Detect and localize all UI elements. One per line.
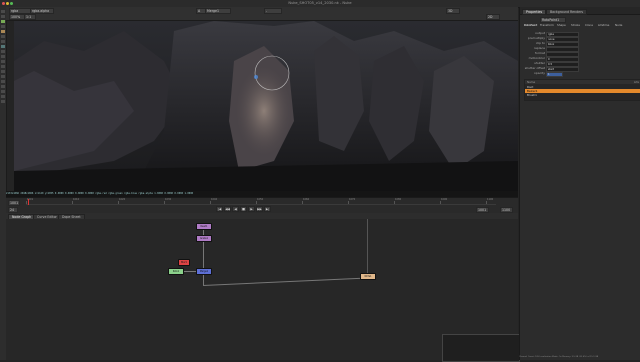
metadata-tool-icon[interactable]: [1, 65, 5, 68]
ruler-tick: [26, 201, 27, 204]
read-tool-icon[interactable]: [1, 10, 5, 13]
node-merge1[interactable]: Merge1: [196, 268, 212, 275]
layer-list: Name Life Root Bezier1 Brush1: [524, 79, 640, 101]
ruler-label: 1020: [119, 198, 126, 201]
draw-tool-icon[interactable]: [1, 15, 5, 18]
ruler-tick: [118, 201, 119, 204]
toolsets-tool-icon[interactable]: [1, 70, 5, 73]
transport-button-6[interactable]: ▶|: [264, 206, 271, 212]
ruler-tick: [440, 201, 441, 204]
status-bar: Channel Count: 105 Localization Mode: On…: [519, 356, 599, 358]
timeline: 1001 1001 1010 1020 1030 1040 1050 1060 1070 108…: [6, 197, 518, 214]
furnace-tool-icon[interactable]: [1, 90, 5, 93]
frame-range-select[interactable]: 2D: [486, 14, 500, 20]
layer-name: Brush1: [527, 93, 537, 97]
3d-tool-icon[interactable]: [1, 55, 5, 58]
ruler-label: 1080: [395, 198, 402, 201]
merge-tool-icon[interactable]: [1, 45, 5, 48]
property-label: opacity: [533, 71, 545, 75]
nuke-x-tool-icon[interactable]: [1, 95, 5, 98]
node-read1[interactable]: Read1: [196, 223, 212, 230]
subtab-clone[interactable]: Clone: [585, 23, 593, 28]
channel-tool-icon[interactable]: [1, 25, 5, 28]
transport-button-1[interactable]: ◀◀: [224, 206, 231, 212]
time-tool-icon[interactable]: [1, 20, 5, 23]
ruler-tick: [256, 201, 257, 204]
ruler-tick: [210, 201, 211, 204]
properties-tabs: Properties Background Renders: [520, 7, 640, 15]
playhead[interactable]: [28, 199, 29, 205]
viewer-toolbar: rgba rgba.alpha A Merge1 - 3D 100% 1:1 2…: [6, 7, 518, 21]
filter-tool-icon[interactable]: [1, 35, 5, 38]
transport-button-4[interactable]: ▶: [248, 206, 255, 212]
layer-header-life: Life: [633, 80, 639, 84]
node-wire: [367, 219, 368, 274]
transport-button-3[interactable]: ■: [240, 206, 247, 212]
help-tool-icon[interactable]: [1, 100, 5, 103]
node-blur1[interactable]: Blur1: [178, 259, 190, 266]
node-graph-minimap[interactable]: [442, 334, 520, 362]
current-frame-field[interactable]: 1001: [8, 200, 20, 206]
keyer-tool-icon[interactable]: [1, 40, 5, 43]
proxy-select[interactable]: 1:1: [24, 14, 36, 20]
transport-controls: |◀ ◀◀ ◀ ■ ▶ ▶▶ ▶|: [216, 206, 272, 212]
viewer-image[interactable]: [14, 21, 518, 191]
subtab-lifetime[interactable]: Lifetime: [598, 23, 609, 28]
subtab-shape[interactable]: Shape: [557, 23, 566, 28]
ruler-label: 1010: [73, 198, 80, 201]
layer-row-brush1[interactable]: Brush1: [525, 93, 640, 97]
node-write1[interactable]: Write1: [360, 273, 376, 280]
transport-button-2[interactable]: ◀: [232, 206, 239, 212]
transport-button-5[interactable]: ▶▶: [256, 206, 263, 212]
ruler-tick: [348, 201, 349, 204]
node-grade1[interactable]: Grade1: [196, 235, 212, 242]
particles-tool-icon[interactable]: [1, 80, 5, 83]
subtab-stroke[interactable]: Stroke: [571, 23, 580, 28]
deep-tool-icon[interactable]: [1, 85, 5, 88]
a-node-select[interactable]: Merge1: [205, 8, 231, 14]
ruler-label: 1040: [211, 198, 218, 201]
ruler-tick: [72, 201, 73, 204]
ruler-tick: [394, 201, 395, 204]
ruler-label: 1100: [487, 198, 494, 201]
ruler-tick: [302, 201, 303, 204]
subtab-rotopaint[interactable]: RotoPaint: [524, 23, 537, 28]
node-roto1[interactable]: Roto1: [168, 268, 184, 275]
ruler-tick: [164, 201, 165, 204]
node-graph[interactable]: Read1 Grade1 Roto1 Merge1 Blur1 Write1: [6, 219, 520, 362]
zoom-select[interactable]: 100%: [9, 14, 25, 20]
ruler-label: 1030: [165, 198, 172, 201]
ruler-tick: [486, 201, 487, 204]
tab-properties[interactable]: Properties: [522, 8, 547, 15]
timeline-ruler[interactable]: 1001 1010 1020 1030 1040 1050 1060 1070 1080 1090…: [26, 198, 496, 205]
transport-button-0[interactable]: |◀: [216, 206, 223, 212]
transform-tool-icon[interactable]: [1, 50, 5, 53]
window-title: Nuke_SHOT05_v14_2030.nk - Nuke: [288, 1, 352, 5]
properties-panel: Properties Background Renders RotoPaint 1…: [519, 7, 640, 360]
view-mode-select[interactable]: 3D: [446, 8, 460, 14]
other-tool-icon[interactable]: [1, 75, 5, 78]
ruler-label: 1050: [257, 198, 264, 201]
ruler-label: 1090: [441, 198, 448, 201]
sub-tabs-row: RotoPaint Transform Shape Stroke Clone L…: [520, 23, 640, 28]
b-node-select[interactable]: -: [264, 8, 282, 14]
node-wire: [203, 277, 365, 286]
layer-list-header: Name Life: [525, 80, 640, 84]
ruler-label: 1060: [303, 198, 310, 201]
ruler-label: 1070: [349, 198, 356, 201]
property-row: opacity 1: [520, 71, 640, 77]
viewer-canvas: [14, 21, 518, 191]
tab-background-renders[interactable]: Background Renders: [546, 8, 588, 15]
subtab-node[interactable]: Node: [615, 23, 622, 28]
layer-header-name: Name: [527, 80, 536, 84]
views-tool-icon[interactable]: [1, 60, 5, 63]
color-tool-icon[interactable]: [1, 30, 5, 33]
subtab-transform[interactable]: Transform: [540, 23, 554, 28]
property-field[interactable]: 1: [546, 72, 563, 77]
